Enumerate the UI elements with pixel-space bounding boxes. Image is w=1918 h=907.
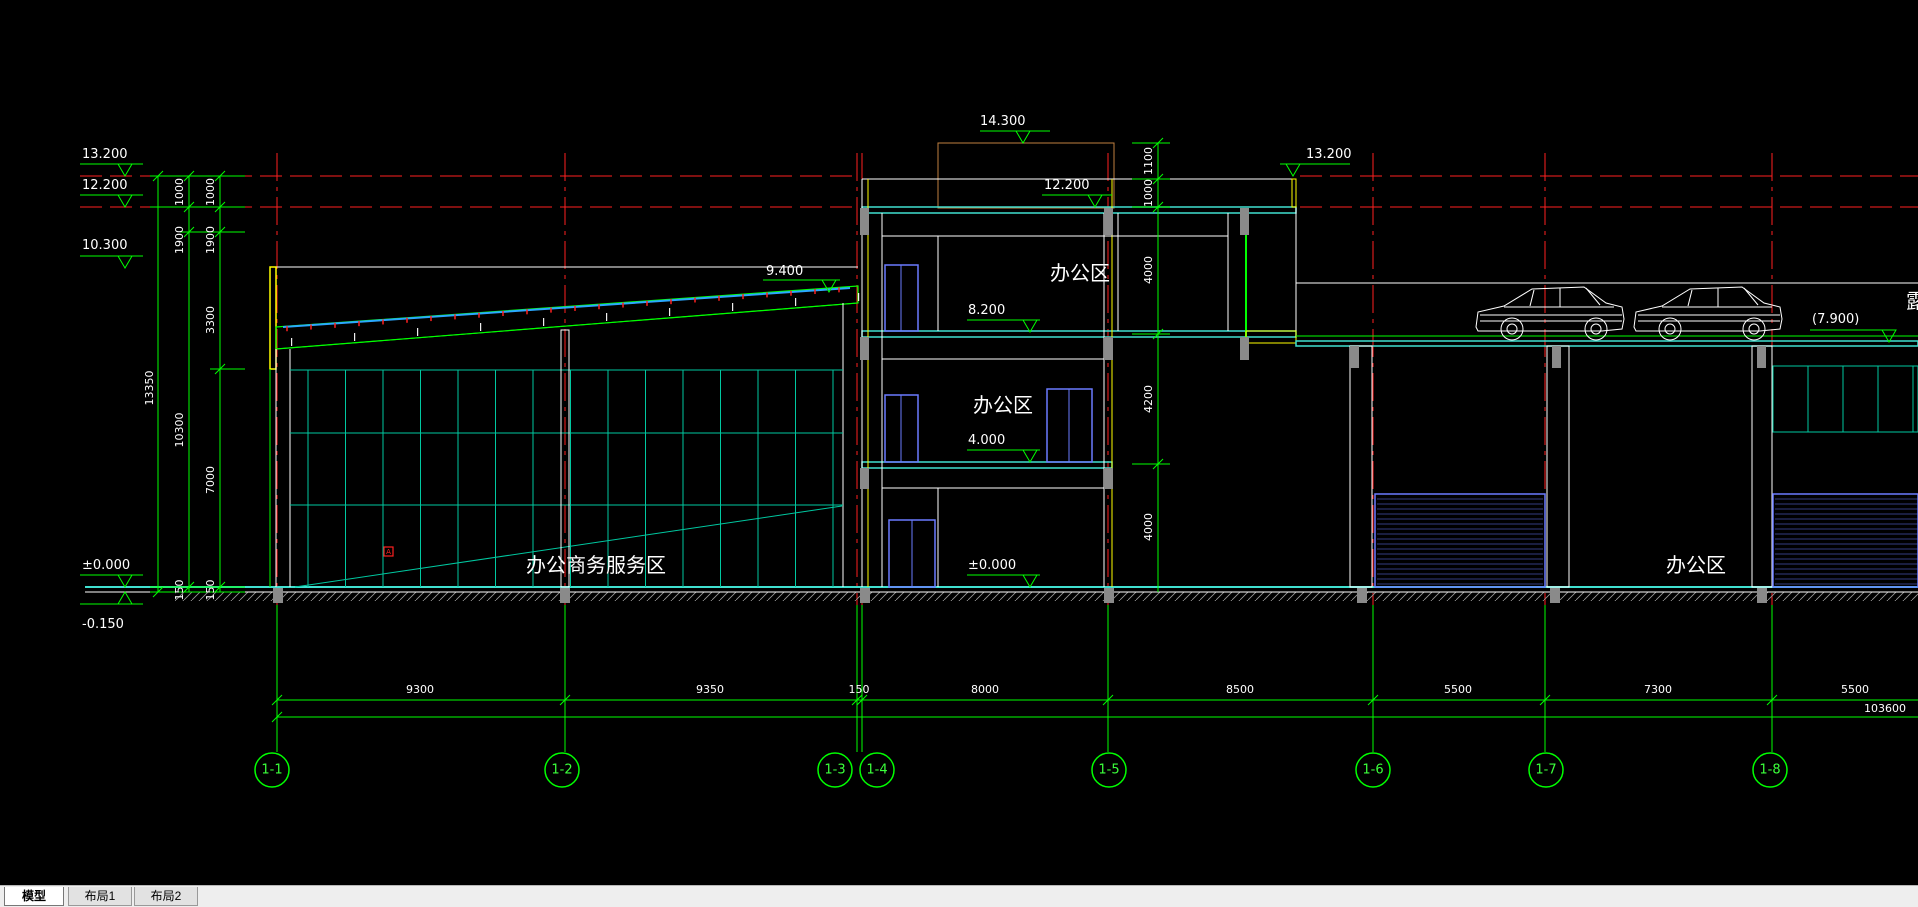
dim-3300: 3300: [204, 306, 217, 334]
car-2: [1633, 286, 1783, 341]
room-labels: 办公区 办公区 办公商务服务区 办公区 露: [526, 261, 1918, 577]
dim-150-b: 150: [204, 580, 217, 601]
roof-ibeam-symbol: I: [542, 316, 545, 329]
level-labels: 13.200 12.200 10.300 ±0.000 -0.150 14.30…: [82, 114, 1859, 632]
dim-8000: 8000: [971, 683, 999, 696]
room-office-mid: 办公区: [973, 393, 1033, 417]
dim-5500-a: 5500: [1444, 683, 1472, 696]
room-cut-text: 露: [1906, 289, 1918, 313]
dim-150-a: 150: [173, 580, 186, 601]
bottom-dimensions: [271, 605, 1918, 752]
axis-label-1-5: 1-5: [1098, 763, 1119, 778]
level-7900: (7.900): [1812, 312, 1859, 327]
level-14300: 14.300: [980, 114, 1026, 129]
axis-label-1-2: 1-2: [551, 763, 572, 778]
level-10300: 10.300: [82, 238, 128, 253]
roof-ibeam-symbol: I: [479, 321, 482, 334]
dim-9350: 9350: [696, 683, 724, 696]
axis-label-1-6: 1-6: [1362, 763, 1383, 778]
dim-1000-b: 1000: [204, 178, 217, 206]
level-13200: 13.200: [82, 147, 128, 162]
level-8200: 8.200: [968, 303, 1005, 318]
level-4000: 4.000: [968, 433, 1005, 448]
dim-mid-4200: 4200: [1142, 385, 1155, 413]
roof-ibeam-symbol: I: [731, 301, 734, 314]
svg-text:A: A: [386, 548, 391, 556]
dim-mid-1000: 1000: [1142, 179, 1155, 207]
axis-label-1-3: 1-3: [824, 763, 845, 778]
dim-9300: 9300: [406, 683, 434, 696]
level-13200-right: 13.200: [1306, 147, 1352, 162]
axis-bubbles: [254, 752, 1788, 788]
roof-ibeam-symbol: I: [290, 336, 293, 349]
dim-150-h: 150: [849, 683, 870, 696]
level-minus-0150: -0.150: [82, 617, 124, 632]
dim-10300: 10300: [173, 413, 186, 448]
dim-1000-a: 1000: [173, 178, 186, 206]
axis-label-1-1: 1-1: [261, 763, 282, 778]
level-0000-mid: ±0.000: [968, 558, 1016, 573]
axis-label-1-7: 1-7: [1535, 763, 1556, 778]
level-12200-mid: 12.200: [1044, 178, 1090, 193]
dim-7000: 7000: [204, 466, 217, 494]
dim-13350: 13350: [143, 371, 156, 406]
dim-1900-a: 1900: [173, 226, 186, 254]
tab-layout2[interactable]: 布局2: [134, 887, 198, 906]
level-0000: ±0.000: [82, 558, 130, 573]
layout-tab-bar: 模型 布局1 布局2: [0, 885, 1918, 907]
horizontal-dimension-text: 9300 9350 150 8000 8500 5500 7300 5500 1…: [406, 683, 1906, 715]
tab-model[interactable]: 模型: [4, 887, 64, 906]
level-9400: 9.400: [766, 264, 803, 279]
roof-ibeam-symbol: I: [416, 326, 419, 339]
axis-bubble-labels: 1-1 1-2 1-3 1-4 1-5 1-6 1-7 1-8: [261, 763, 1780, 778]
roof-ibeam-symbol: I: [668, 306, 671, 319]
middle-building: [861, 142, 1297, 588]
axis-label-1-8: 1-8: [1759, 763, 1780, 778]
room-office-top: 办公区: [1050, 261, 1110, 285]
dim-1900-b: 1900: [204, 226, 217, 254]
cad-drawing-canvas[interactable]: I I I I I I I I I I A 13.200 12.200 10.300 ±0.000…: [0, 0, 1918, 885]
roof-ibeam-symbol: I: [857, 291, 860, 304]
dim-7300: 7300: [1644, 683, 1672, 696]
dim-total-103600: 103600: [1864, 702, 1906, 715]
dim-mid-4000-top: 4000: [1142, 256, 1155, 284]
room-business-zone: 办公商务服务区: [526, 553, 666, 577]
ground: [85, 586, 1918, 601]
level-reference-lines: [80, 175, 1918, 208]
roof-ibeam-symbol: I: [794, 296, 797, 309]
vertical-dimension-text: 13350 10300 1000 1900 150 1000 1900 3300…: [143, 147, 1155, 601]
level-12200: 12.200: [82, 178, 128, 193]
dim-5500-b: 5500: [1841, 683, 1869, 696]
axis-label-1-4: 1-4: [866, 763, 887, 778]
level-symbols: [80, 130, 1897, 605]
car-1: [1475, 286, 1625, 341]
roof-ibeam-symbol: I: [605, 311, 608, 324]
axis-lines: [276, 153, 1773, 685]
dim-mid-1100: 1100: [1142, 147, 1155, 175]
room-office-right: 办公区: [1666, 553, 1726, 577]
left-vertical-dimensions: [150, 170, 245, 598]
tab-layout1[interactable]: 布局1: [68, 887, 132, 906]
dim-8500: 8500: [1226, 683, 1254, 696]
roof-ibeam-symbol: I: [353, 331, 356, 344]
dim-mid-4000-bot: 4000: [1142, 513, 1155, 541]
